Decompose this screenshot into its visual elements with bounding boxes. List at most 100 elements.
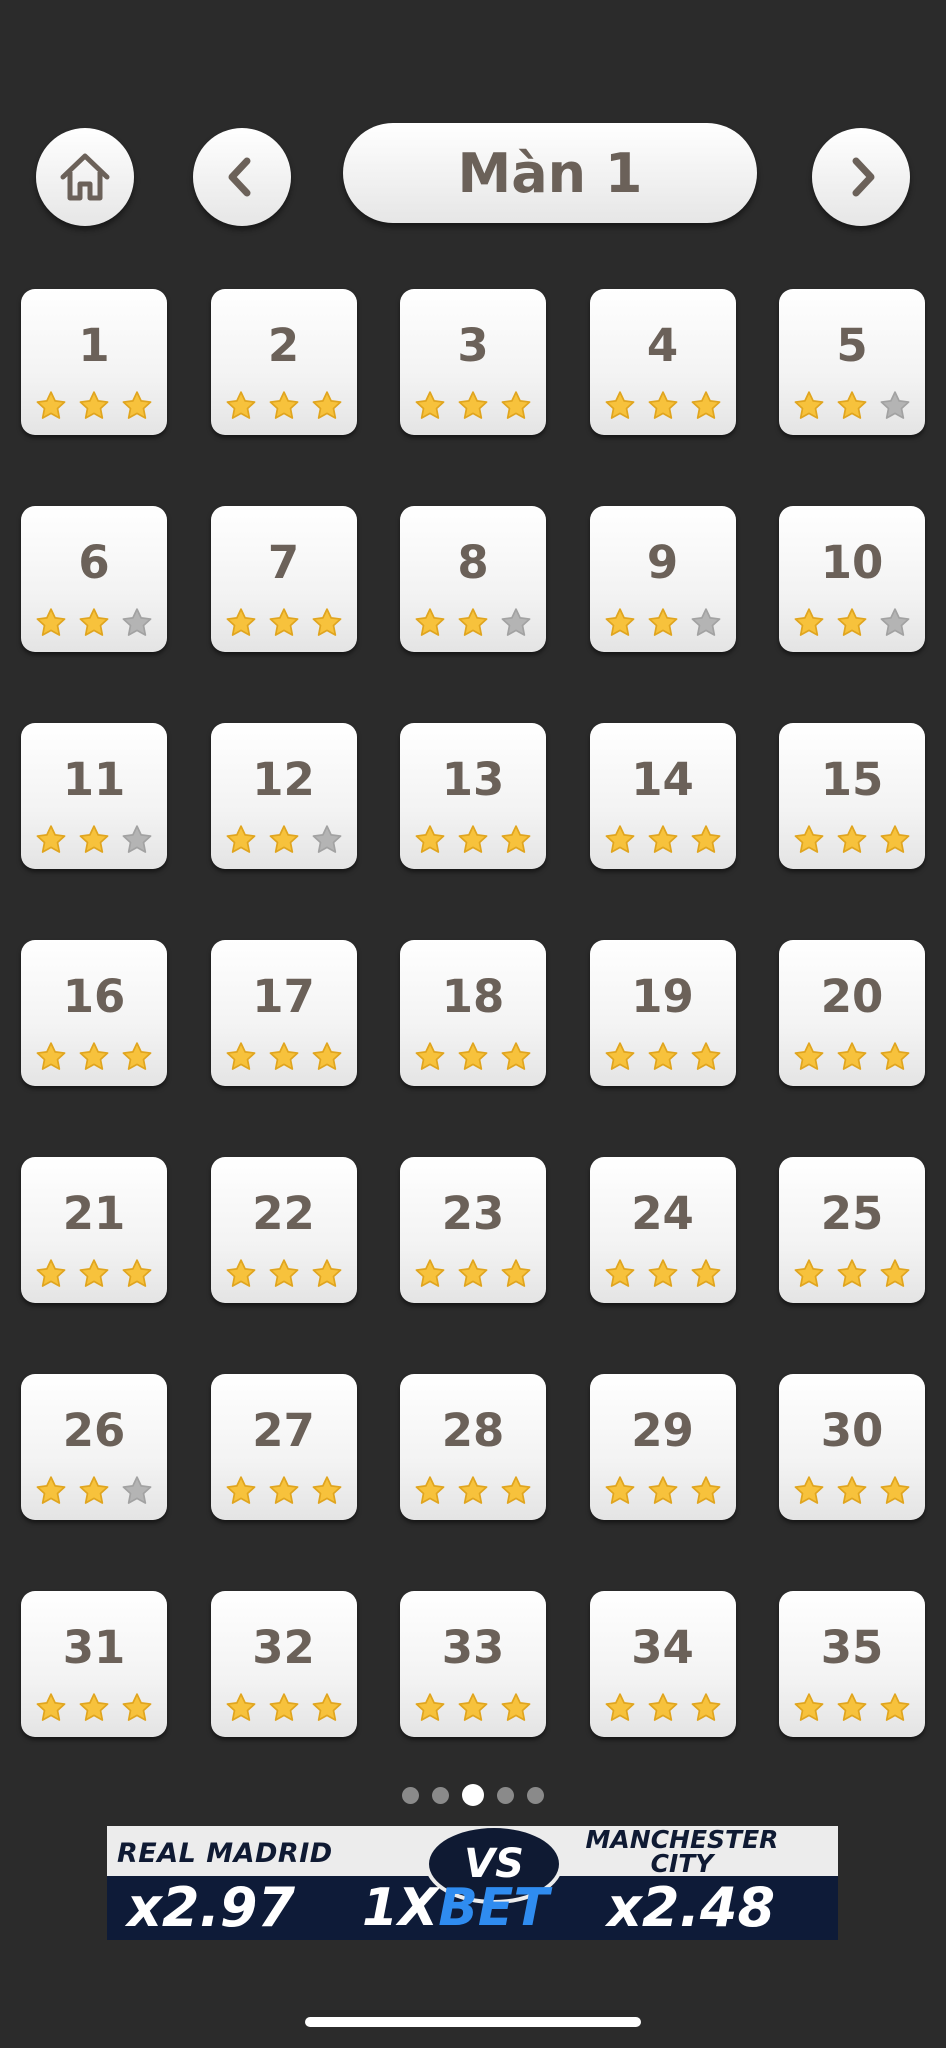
level-stars [400,1040,546,1074]
level-tile[interactable]: 31 [21,1591,167,1737]
ad-banner[interactable]: REAL MADRID VS MANCHESTER CITY x2.97 1XB… [107,1826,838,1940]
star-filled-icon [36,1693,66,1721]
level-tile[interactable]: 33 [400,1591,546,1737]
star-filled-icon [648,608,677,636]
level-tile[interactable]: 24 [589,1157,736,1303]
level-tile[interactable]: 30 [779,1374,925,1520]
page-dot[interactable] [432,1786,449,1804]
star-filled-icon [415,1042,445,1070]
level-tile[interactable]: 35 [779,1591,925,1737]
star-filled-icon [226,1259,255,1287]
star-filled-icon [880,1042,910,1070]
level-tile[interactable]: 22 [210,1157,357,1303]
star-filled-icon [794,825,824,853]
level-tile[interactable]: 23 [400,1157,546,1303]
level-stars [400,389,546,423]
level-number: 8 [457,536,489,589]
star-filled-icon [605,1693,634,1721]
star-filled-icon [122,391,152,419]
level-tile[interactable]: 20 [779,940,925,1086]
level-tile[interactable]: 29 [589,1374,736,1520]
page-dot[interactable] [402,1786,419,1804]
star-filled-icon [458,825,488,853]
star-filled-icon [501,1693,531,1721]
page-dot-active[interactable] [462,1784,484,1806]
level-tile[interactable]: 19 [589,940,736,1086]
level-number: 10 [820,536,884,589]
level-stars [211,1040,357,1074]
page-title-text: Màn 1 [457,141,643,205]
level-number: 12 [252,753,315,806]
level-tile[interactable]: 8 [400,506,546,652]
star-filled-icon [794,1476,824,1504]
level-tile[interactable]: 15 [779,723,925,869]
level-stars [21,1040,167,1074]
page-dot[interactable] [497,1786,514,1804]
level-tile[interactable]: 2 [210,289,357,435]
level-tile[interactable]: 18 [400,940,546,1086]
level-tile[interactable]: 9 [589,506,736,652]
star-filled-icon [691,1042,720,1070]
star-filled-icon [226,608,255,636]
level-tile[interactable]: 25 [779,1157,925,1303]
level-tile[interactable]: 14 [589,723,736,869]
star-filled-icon [226,825,255,853]
level-tile[interactable]: 27 [210,1374,357,1520]
level-tile[interactable]: 21 [21,1157,167,1303]
star-filled-icon [312,391,341,419]
level-number: 22 [252,1187,315,1240]
star-empty-icon [122,1476,152,1504]
star-filled-icon [648,391,677,419]
star-filled-icon [415,1476,445,1504]
star-filled-icon [880,825,910,853]
home-button[interactable] [36,128,134,226]
prev-button[interactable] [193,128,291,226]
star-empty-icon [880,608,910,636]
level-tile[interactable]: 5 [779,289,925,435]
level-tile[interactable]: 34 [589,1591,736,1737]
chevron-left-icon [228,157,251,197]
star-filled-icon [269,825,298,853]
star-filled-icon [501,825,531,853]
star-filled-icon [36,825,66,853]
level-stars [211,823,357,857]
next-button[interactable] [812,128,910,226]
star-filled-icon [226,1042,255,1070]
star-filled-icon [837,825,867,853]
home-indicator[interactable] [305,2017,641,2027]
level-number: 20 [820,970,884,1023]
star-filled-icon [794,1693,824,1721]
level-tile[interactable]: 28 [400,1374,546,1520]
star-filled-icon [648,1693,677,1721]
level-tile[interactable]: 17 [210,940,357,1086]
page-dot[interactable] [527,1786,544,1804]
level-number: 28 [441,1404,505,1457]
star-empty-icon [501,608,531,636]
star-filled-icon [501,391,531,419]
level-tile[interactable]: 26 [21,1374,167,1520]
level-number: 18 [441,970,505,1023]
level-stars [590,1040,736,1074]
star-filled-icon [794,1042,824,1070]
level-tile[interactable]: 13 [400,723,546,869]
level-tile[interactable]: 10 [779,506,925,652]
level-stars [590,1257,736,1291]
level-number: 34 [631,1621,694,1674]
level-tile[interactable]: 6 [21,506,167,652]
star-filled-icon [36,391,66,419]
level-number: 14 [631,753,694,806]
level-tile[interactable]: 32 [210,1591,357,1737]
star-filled-icon [312,608,341,636]
level-stars [590,1691,736,1725]
level-tile[interactable]: 11 [21,723,167,869]
level-tile[interactable]: 7 [210,506,357,652]
level-tile[interactable]: 1 [21,289,167,435]
star-filled-icon [691,1259,720,1287]
star-filled-icon [605,825,634,853]
level-tile[interactable]: 16 [21,940,167,1086]
level-tile[interactable]: 12 [210,723,357,869]
level-tile[interactable]: 4 [589,289,736,435]
star-empty-icon [312,825,341,853]
level-stars [21,389,167,423]
level-tile[interactable]: 3 [400,289,546,435]
